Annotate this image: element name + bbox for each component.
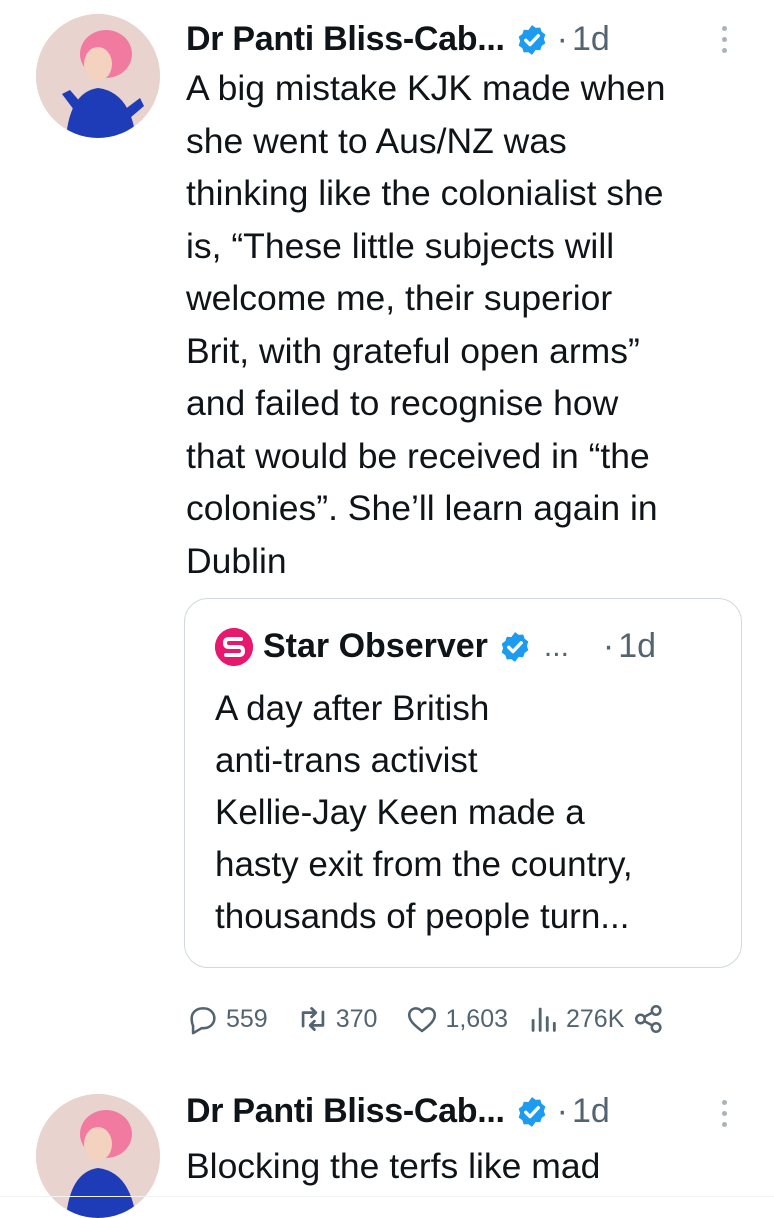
repost-icon — [301, 1007, 324, 1031]
avatar[interactable] — [36, 1094, 160, 1218]
timestamp[interactable]: 1d — [572, 20, 610, 59]
quoted-tweet-header: Star Observer ... · 1d — [215, 627, 656, 666]
tweet-header: Dr Panti Bliss-Cab... · 1d — [186, 20, 610, 59]
avatar-image — [36, 14, 160, 138]
star-observer-logo-icon — [215, 627, 253, 666]
views-button[interactable]: 276K — [526, 1002, 624, 1036]
quoted-tweet-text: A day after British anti-trans activist … — [215, 689, 633, 936]
like-icon — [408, 1007, 437, 1033]
author-name[interactable]: Dr Panti Bliss-Cab... — [186, 20, 505, 59]
repost-button[interactable]: 370 — [296, 1002, 378, 1036]
more-icon[interactable] — [722, 26, 732, 53]
tweet-text: Blocking the terfs like mad — [186, 1146, 601, 1186]
views-count: 276K — [566, 1004, 625, 1033]
avatar-image — [36, 1094, 160, 1218]
reply-icon — [190, 1007, 216, 1035]
quoted-tweet[interactable]: Star Observer ... · 1d A day after Briti… — [184, 598, 742, 968]
views-icon — [531, 1007, 556, 1032]
more-icon[interactable] — [722, 1100, 732, 1127]
reply-count: 559 — [226, 1004, 268, 1033]
share-icon — [635, 1004, 662, 1034]
tweet-text: A big mistake KJK made when she went to … — [186, 68, 666, 581]
separator-dot: · — [602, 627, 615, 665]
tweet-header: Dr Panti Bliss-Cab... · 1d — [186, 1092, 610, 1131]
like-button[interactable]: 1,603 — [405, 1002, 508, 1036]
author-name[interactable]: Dr Panti Bliss-Cab... — [186, 1092, 505, 1131]
action-bar: 559 370 1,603 276K — [186, 1002, 666, 1036]
divider — [0, 1196, 774, 1197]
timestamp[interactable]: 1d — [572, 1092, 610, 1131]
verified-badge-icon — [515, 23, 549, 57]
verified-badge-icon — [515, 1095, 549, 1129]
separator-dot: · — [556, 1092, 568, 1130]
like-count: 1,603 — [445, 1004, 508, 1033]
avatar[interactable] — [36, 14, 160, 138]
quoted-author-name: Star Observer — [263, 627, 488, 665]
tweet-2[interactable]: Dr Panti Bliss-Cab... · 1d Blocking the … — [0, 1080, 774, 1218]
repost-count: 370 — [335, 1004, 378, 1033]
verified-badge-icon — [498, 630, 532, 664]
separator-dot: · — [556, 20, 568, 58]
quoted-timestamp: 1d — [618, 627, 657, 665]
tweet-1[interactable]: Dr Panti Bliss-Cab... · 1d A big mistake… — [0, 0, 774, 1080]
share-button[interactable] — [632, 1002, 666, 1036]
reply-button[interactable]: 559 — [186, 1002, 268, 1036]
quoted-handle-truncated: ... — [543, 629, 569, 663]
